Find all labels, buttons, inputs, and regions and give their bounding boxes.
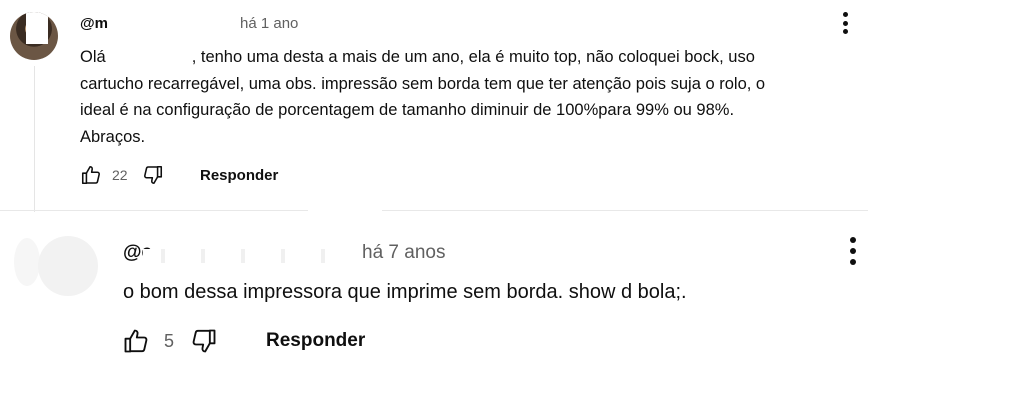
comment-text: o bom dessa impressora que imprime sem b…: [123, 281, 687, 303]
avatar-shadow: [14, 238, 40, 286]
comment-author[interactable]: @m: [80, 15, 108, 32]
divider: [0, 210, 868, 211]
thumbs-up-icon[interactable]: [80, 163, 102, 187]
comment-actions: 5 Responder: [122, 326, 365, 356]
comment-timestamp[interactable]: há 7 anos: [362, 242, 445, 264]
reply-button[interactable]: Responder: [266, 330, 365, 352]
more-vert-icon[interactable]: [842, 12, 848, 34]
avatar-redaction: [26, 12, 48, 44]
comment-text: Olá, tenho uma desta a mais de um ano, e…: [80, 48, 766, 146]
comment-timestamp[interactable]: há 1 ano: [240, 15, 298, 32]
avatar[interactable]: [38, 236, 98, 296]
thumbs-up-icon[interactable]: [122, 326, 150, 356]
like-count: 22: [112, 167, 128, 183]
comment-actions: 22 Responder: [80, 162, 278, 188]
handle-redaction: [143, 249, 357, 263]
divider-gap: [308, 206, 382, 214]
avatar[interactable]: [10, 12, 58, 60]
thread-line: [34, 66, 35, 212]
like-count: 5: [164, 330, 175, 351]
thumbs-down-icon[interactable]: [190, 326, 218, 356]
reply-button[interactable]: Responder: [200, 167, 278, 184]
thumbs-down-icon[interactable]: [142, 163, 164, 187]
more-vert-icon[interactable]: [849, 237, 856, 265]
